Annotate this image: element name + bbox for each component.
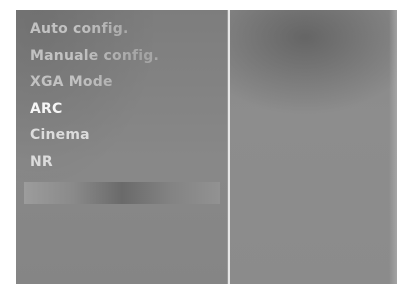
menu-item-cinema[interactable]: Cinema	[16, 122, 227, 149]
preview-pane	[230, 10, 397, 284]
menu-item-nr[interactable]: NR	[16, 149, 227, 176]
menu-item-arc[interactable]: ARC	[16, 96, 227, 123]
osd-settings-menu: Auto config. Manuale config. XGA Mode AR…	[16, 10, 228, 284]
menu-selection-highlight[interactable]	[24, 182, 220, 204]
menu-item-manual-config[interactable]: Manuale config.	[16, 43, 227, 70]
menu-item-auto-config[interactable]: Auto config.	[16, 16, 227, 43]
menu-list: Auto config. Manuale config. XGA Mode AR…	[16, 16, 227, 175]
menu-item-xga-mode[interactable]: XGA Mode	[16, 69, 227, 96]
tv-screen: Auto config. Manuale config. XGA Mode AR…	[0, 0, 397, 284]
